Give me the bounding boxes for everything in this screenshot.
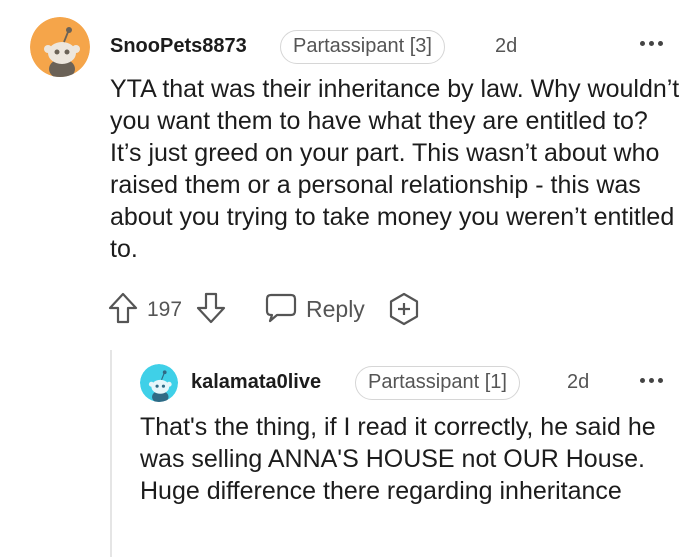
comment-username[interactable]: SnooPets8873 [110, 35, 247, 58]
reply-user-flair: Partassipant [1] [355, 366, 520, 400]
arrow-down-icon[interactable] [196, 292, 226, 329]
user-avatar[interactable] [30, 17, 90, 77]
comment-body: YTA that was their inheritance by law. W… [110, 75, 680, 263]
snoo-avatar-icon [30, 17, 90, 77]
more-options-icon[interactable] [640, 38, 670, 48]
vote-count: 197 [147, 298, 183, 321]
thread-line[interactable] [110, 350, 112, 557]
add-award-icon[interactable] [388, 292, 420, 331]
user-flair: Partassipant [3] [280, 30, 445, 64]
comment-actions: 197 Reply [0, 290, 700, 330]
more-options-icon[interactable] [640, 375, 670, 385]
arrow-up-icon[interactable] [108, 292, 138, 329]
speech-bubble-icon[interactable] [265, 293, 297, 328]
reply-button[interactable]: Reply [306, 296, 365, 323]
reply-username[interactable]: kalamata0live [191, 371, 321, 394]
comment-timestamp: 2d [495, 35, 518, 57]
reply-user-avatar[interactable] [140, 364, 178, 402]
reply-body: That's the thing, if I read it correctly… [140, 413, 656, 505]
snoo-avatar-icon [140, 364, 178, 402]
reply-timestamp: 2d [567, 371, 590, 393]
